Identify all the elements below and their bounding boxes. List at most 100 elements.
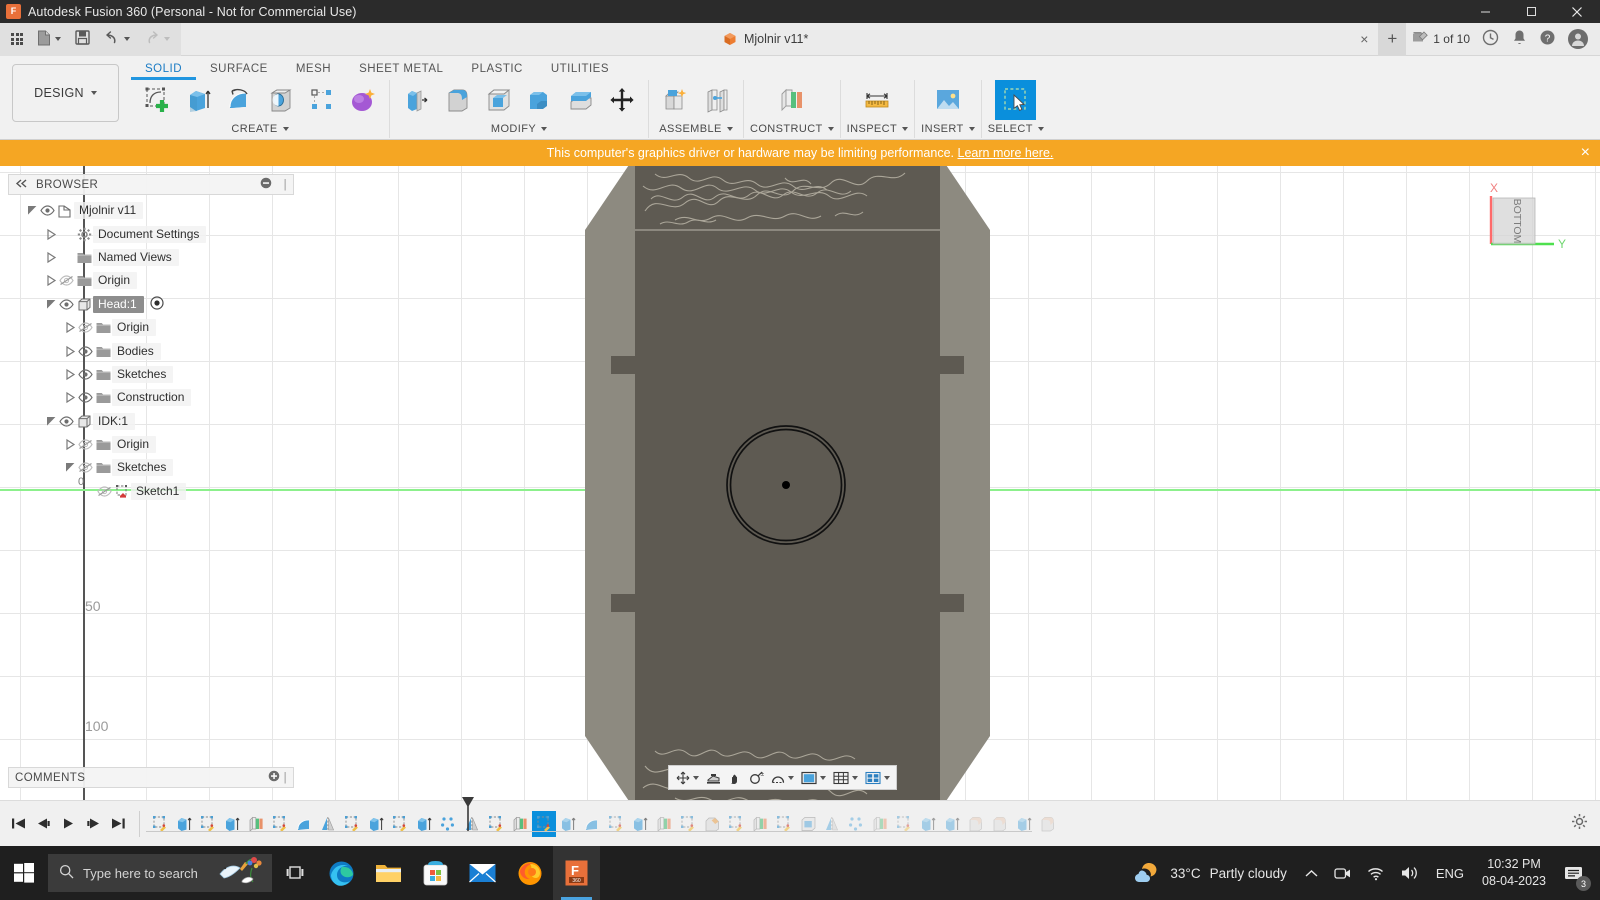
timeline-feature-chamfer[interactable] — [700, 811, 724, 837]
timeline-feature-extrude[interactable] — [940, 811, 964, 837]
panel-select-label[interactable]: SELECT — [988, 120, 1044, 138]
show-hidden-icons-button[interactable] — [1297, 846, 1326, 900]
timeline-feature-sketch[interactable] — [484, 811, 508, 837]
tab-utilities[interactable]: UTILITIES — [537, 58, 623, 80]
screen-record-icon[interactable] — [1326, 846, 1359, 900]
timeline-feature-extrude[interactable] — [628, 811, 652, 837]
eye-icon[interactable] — [77, 390, 94, 405]
browser-tree-item[interactable]: Origin — [8, 316, 294, 339]
combine-button[interactable] — [519, 80, 560, 120]
view-cube[interactable]: X Y BOTTOM — [1460, 176, 1572, 264]
windows-start-button[interactable] — [0, 846, 48, 900]
collapse-triangle-icon[interactable] — [45, 228, 58, 241]
timeline-feature-fillet[interactable] — [964, 811, 988, 837]
tab-mesh[interactable]: MESH — [282, 58, 345, 80]
insert-image-button[interactable] — [927, 80, 968, 120]
expand-triangle-icon[interactable] — [45, 298, 58, 311]
timeline-feature-plane[interactable] — [748, 811, 772, 837]
notifications-button[interactable] — [1505, 23, 1533, 56]
play-button[interactable] — [56, 811, 81, 837]
move-copy-button[interactable] — [601, 80, 642, 120]
timeline-feature-fillet[interactable] — [988, 811, 1012, 837]
volume-icon[interactable] — [1393, 846, 1428, 900]
timeline-feature-plane[interactable] — [508, 811, 532, 837]
browser-tree-item[interactable]: Named Views — [8, 246, 294, 269]
offset-plane-button[interactable] — [771, 80, 812, 120]
browser-tree-item[interactable]: IDK:1 — [8, 410, 294, 433]
eye-icon[interactable] — [39, 203, 56, 218]
taskbar-app-microsoft-store[interactable] — [412, 846, 459, 900]
job-status-button[interactable]: 1 of 10 — [1406, 23, 1476, 56]
timeline-feature-revolve[interactable] — [580, 811, 604, 837]
panel-assemble-label[interactable]: ASSEMBLE — [655, 120, 737, 138]
show-data-panel-button[interactable] — [4, 23, 30, 56]
eye-icon[interactable] — [58, 414, 75, 429]
recent-button[interactable] — [1476, 23, 1505, 56]
browser-resize-grip[interactable]: | — [284, 179, 287, 191]
timeline-settings-button[interactable] — [1571, 813, 1588, 833]
undo-button[interactable] — [97, 23, 137, 56]
comments-panel-header[interactable]: COMMENTS | — [8, 767, 294, 788]
timeline-feature-sketch[interactable] — [604, 811, 628, 837]
go-to-end-button[interactable] — [106, 811, 131, 837]
collapse-triangle-icon[interactable] — [64, 368, 77, 381]
browser-tree-item[interactable]: Construction — [8, 386, 294, 409]
timeline-feature-sketch[interactable] — [388, 811, 412, 837]
minus-circle-icon[interactable] — [260, 177, 272, 192]
browser-tree-item[interactable]: Sketch1 — [8, 480, 294, 503]
eye-hidden-icon[interactable] — [77, 460, 94, 475]
eye-hidden-icon[interactable] — [96, 484, 113, 499]
timeline-feature-sketch[interactable] — [268, 811, 292, 837]
grid-snaps-button[interactable] — [830, 767, 861, 788]
timeline-feature-revolve[interactable] — [292, 811, 316, 837]
timeline-feature-mirror[interactable] — [820, 811, 844, 837]
browser-tree-item[interactable]: Origin — [8, 269, 294, 292]
collapse-triangle-icon[interactable] — [64, 438, 77, 451]
timeline-feature-sketch[interactable] — [340, 811, 364, 837]
search-input[interactable]: Type here to search — [48, 854, 272, 892]
banner-learn-more-link[interactable]: Learn more here. — [958, 146, 1054, 160]
zoom-button[interactable]: ± — [746, 767, 767, 788]
tab-close-button[interactable]: × — [1350, 23, 1378, 56]
panel-construct-label[interactable]: CONSTRUCT — [750, 120, 834, 138]
timeline-feature-sketch[interactable] — [892, 811, 916, 837]
collapse-left-icon[interactable] — [15, 179, 28, 191]
display-settings-button[interactable] — [798, 767, 829, 788]
timeline-feature-mirror[interactable] — [316, 811, 340, 837]
browser-tree-item[interactable]: Sketches — [8, 363, 294, 386]
eye-icon[interactable] — [77, 367, 94, 382]
eye-hidden-icon[interactable] — [77, 437, 94, 452]
new-component-button[interactable] — [655, 80, 696, 120]
wifi-icon[interactable] — [1359, 846, 1393, 900]
hole-button[interactable] — [260, 80, 301, 120]
taskbar-app-edge[interactable] — [318, 846, 365, 900]
timeline-feature-plane[interactable] — [652, 811, 676, 837]
shell-button[interactable] — [478, 80, 519, 120]
browser-tree-item[interactable]: Head:1 — [8, 293, 294, 316]
collapse-triangle-icon[interactable] — [45, 274, 58, 287]
maximize-button[interactable] — [1508, 0, 1554, 23]
collapse-triangle-icon[interactable] — [45, 251, 58, 264]
browser-tree-item[interactable]: Document Settings — [8, 222, 294, 245]
tab-sheet-metal[interactable]: SHEET METAL — [345, 58, 457, 80]
extrude-button[interactable] — [178, 80, 219, 120]
panel-insert-label[interactable]: INSERT — [921, 120, 975, 138]
timeline-feature-sketch[interactable] — [772, 811, 796, 837]
panel-create-label[interactable]: CREATE — [137, 120, 383, 138]
split-face-button[interactable] — [560, 80, 601, 120]
timeline-feature-extrude[interactable] — [556, 811, 580, 837]
viewports-button[interactable] — [862, 767, 893, 788]
measure-button[interactable] — [857, 80, 898, 120]
file-menu-button[interactable] — [30, 23, 68, 56]
timeline-feature-extrude[interactable] — [220, 811, 244, 837]
eye-hidden-icon[interactable] — [58, 273, 75, 288]
timeline-feature-extrude[interactable] — [412, 811, 436, 837]
pan-button[interactable] — [725, 767, 745, 788]
expand-triangle-icon[interactable] — [26, 204, 39, 217]
timeline-feature-sketch[interactable] — [196, 811, 220, 837]
notifications-button[interactable]: 3 — [1556, 846, 1596, 900]
timeline-feature-sketch[interactable] — [148, 811, 172, 837]
tab-plastic[interactable]: PLASTIC — [457, 58, 536, 80]
expand-triangle-icon[interactable] — [64, 461, 77, 474]
workspace-switcher[interactable]: DESIGN — [12, 64, 119, 122]
